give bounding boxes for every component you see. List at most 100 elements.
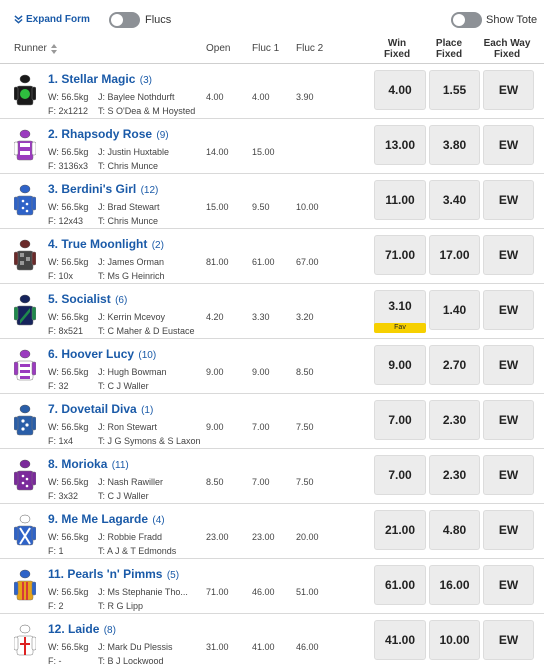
win-fixed-odds-button[interactable]: 9.00: [374, 345, 426, 385]
runner-form: F: 1x4: [48, 436, 74, 446]
fluc2-price: 67.00: [296, 257, 319, 267]
runner-name-link[interactable]: 9. Me Me Lagarde (4): [48, 512, 165, 526]
fluc1-column-header: Fluc 1: [252, 43, 280, 54]
fluc1-price: 9.50: [252, 202, 270, 212]
runner-name-link[interactable]: 4. True Moonlight (2): [48, 237, 164, 251]
win-fixed-odds-button[interactable]: 71.00: [374, 235, 426, 275]
runner-number: 6.: [48, 347, 59, 361]
each-way-button[interactable]: EW: [483, 565, 534, 605]
place-fixed-odds-button[interactable]: 4.80: [429, 510, 480, 550]
runner-name-link[interactable]: 2. Rhapsody Rose (9): [48, 127, 169, 141]
runner-name-link[interactable]: 6. Hoover Lucy (10): [48, 347, 156, 361]
runner-row: 1. Stellar Magic (3) W: 56.5kg F: 2x1212…: [0, 64, 544, 119]
win-fixed-odds-button[interactable]: 41.00: [374, 620, 426, 660]
runner-row: 3. Berdini's Girl (12) W: 56.5kg F: 12x4…: [0, 174, 544, 229]
each-way-button[interactable]: EW: [483, 290, 534, 330]
runner-form: F: 2x1212: [48, 106, 89, 116]
each-way-button[interactable]: EW: [483, 400, 534, 440]
runner-row: 7. Dovetail Diva (1) W: 56.5kg F: 1x4 J:…: [0, 394, 544, 449]
runner-weight: W: 56.5kg: [48, 477, 89, 487]
barrier-number: (9): [156, 130, 169, 141]
open-column-header: Open: [206, 43, 231, 54]
fluc1-price: 15.00: [252, 147, 275, 157]
runner-jockey: J: Kerrin Mcevoy: [98, 312, 166, 322]
open-price: 4.00: [206, 92, 224, 102]
win-fixed-odds-button[interactable]: 13.00: [374, 125, 426, 165]
runner-name-link[interactable]: 5. Socialist (6): [48, 292, 127, 306]
expand-form-button[interactable]: Expand Form: [14, 14, 90, 25]
fluc2-price: 3.90: [296, 92, 314, 102]
fluc1-price: 7.00: [252, 422, 270, 432]
runner-form: F: 32: [48, 381, 69, 391]
fluc1-price: 9.00: [252, 367, 270, 377]
barrier-number: (8): [103, 625, 116, 636]
runner-weight: W: 56.5kg: [48, 312, 89, 322]
place-fixed-odds-button[interactable]: 3.40: [429, 180, 480, 220]
place-fixed-odds-button[interactable]: 2.70: [429, 345, 480, 385]
place-fixed-odds-button[interactable]: 3.80: [429, 125, 480, 165]
jockey-silk-icon: [13, 349, 37, 381]
runner-column-header[interactable]: Runner: [14, 43, 58, 54]
place-fixed-odds-button[interactable]: 1.40: [429, 290, 480, 330]
runner-weight: W: 56.5kg: [48, 642, 89, 652]
runner-name-link[interactable]: 7. Dovetail Diva (1): [48, 402, 153, 416]
fluc1-price: 41.00: [252, 642, 275, 652]
runner-number: 3.: [48, 182, 59, 196]
runner-row: 4. True Moonlight (2) W: 56.5kg F: 10x J…: [0, 229, 544, 284]
each-way-button[interactable]: EW: [483, 510, 534, 550]
runner-number: 9.: [48, 512, 59, 526]
place-fixed-odds-button[interactable]: 17.00: [429, 235, 480, 275]
runner-name: True Moonlight: [61, 237, 148, 251]
fluc2-price: 7.50: [296, 477, 314, 487]
show-tote-toggle[interactable]: [451, 12, 482, 28]
runner-name: Stellar Magic: [61, 72, 136, 86]
win-fixed-odds-button[interactable]: 61.00: [374, 565, 426, 605]
fluc2-price: 46.00: [296, 642, 319, 652]
win-fixed-odds-button[interactable]: 4.00: [374, 70, 426, 110]
place-header-line1: Place: [435, 38, 463, 49]
each-way-button[interactable]: EW: [483, 70, 534, 110]
expand-form-label: Expand Form: [26, 14, 90, 25]
jockey-silk-icon: [13, 624, 37, 656]
runner-name-link[interactable]: 8. Morioka (11): [48, 457, 129, 471]
column-header-row: Runner Open Fluc 1 Fluc 2 Win Fixed Plac…: [0, 36, 544, 64]
runner-trainer: T: J G Symons & S Laxon: [98, 436, 201, 446]
jockey-silk-icon: [13, 569, 37, 601]
win-fixed-odds-button[interactable]: 7.00: [374, 455, 426, 495]
place-fixed-column-header: Place Fixed: [426, 38, 472, 60]
place-fixed-odds-button[interactable]: 10.00: [429, 620, 480, 660]
flucs-toggle[interactable]: [109, 12, 140, 28]
show-tote-label: Show Tote: [486, 14, 538, 26]
runner-name-link[interactable]: 1. Stellar Magic (3): [48, 72, 152, 86]
runner-weight: W: 56.5kg: [48, 587, 89, 597]
runner-name-link[interactable]: 11. Pearls 'n' Pimms (5): [48, 567, 179, 581]
runner-name: Morioka: [61, 457, 108, 471]
each-way-button[interactable]: EW: [483, 455, 534, 495]
each-way-button[interactable]: EW: [483, 235, 534, 275]
win-fixed-odds-button[interactable]: 21.00: [374, 510, 426, 550]
each-way-button[interactable]: EW: [483, 345, 534, 385]
runner-name-link[interactable]: 12. Laide (8): [48, 622, 116, 636]
jockey-silk-icon: [13, 514, 37, 546]
runner-name-link[interactable]: 3. Berdini's Girl (12): [48, 182, 158, 196]
open-price: 8.50: [206, 477, 224, 487]
win-fixed-odds-button[interactable]: 7.00: [374, 400, 426, 440]
each-way-button[interactable]: EW: [483, 180, 534, 220]
open-price: 71.00: [206, 587, 229, 597]
open-price: 81.00: [206, 257, 229, 267]
runner-weight: W: 56.5kg: [48, 257, 89, 267]
barrier-number: (3): [139, 75, 152, 86]
runner-form: F: -: [48, 656, 62, 666]
fluc2-price: 51.00: [296, 587, 319, 597]
each-way-button[interactable]: EW: [483, 125, 534, 165]
place-fixed-odds-button[interactable]: 2.30: [429, 455, 480, 495]
runner-number: 7.: [48, 402, 59, 416]
place-fixed-odds-button[interactable]: 2.30: [429, 400, 480, 440]
runner-jockey: J: Ms Stephanie Tho...: [98, 587, 188, 597]
place-fixed-odds-button[interactable]: 16.00: [429, 565, 480, 605]
open-price: 31.00: [206, 642, 229, 652]
win-fixed-odds-button[interactable]: 11.00: [374, 180, 426, 220]
fluc1-price: 23.00: [252, 532, 275, 542]
place-fixed-odds-button[interactable]: 1.55: [429, 70, 480, 110]
each-way-button[interactable]: EW: [483, 620, 534, 660]
